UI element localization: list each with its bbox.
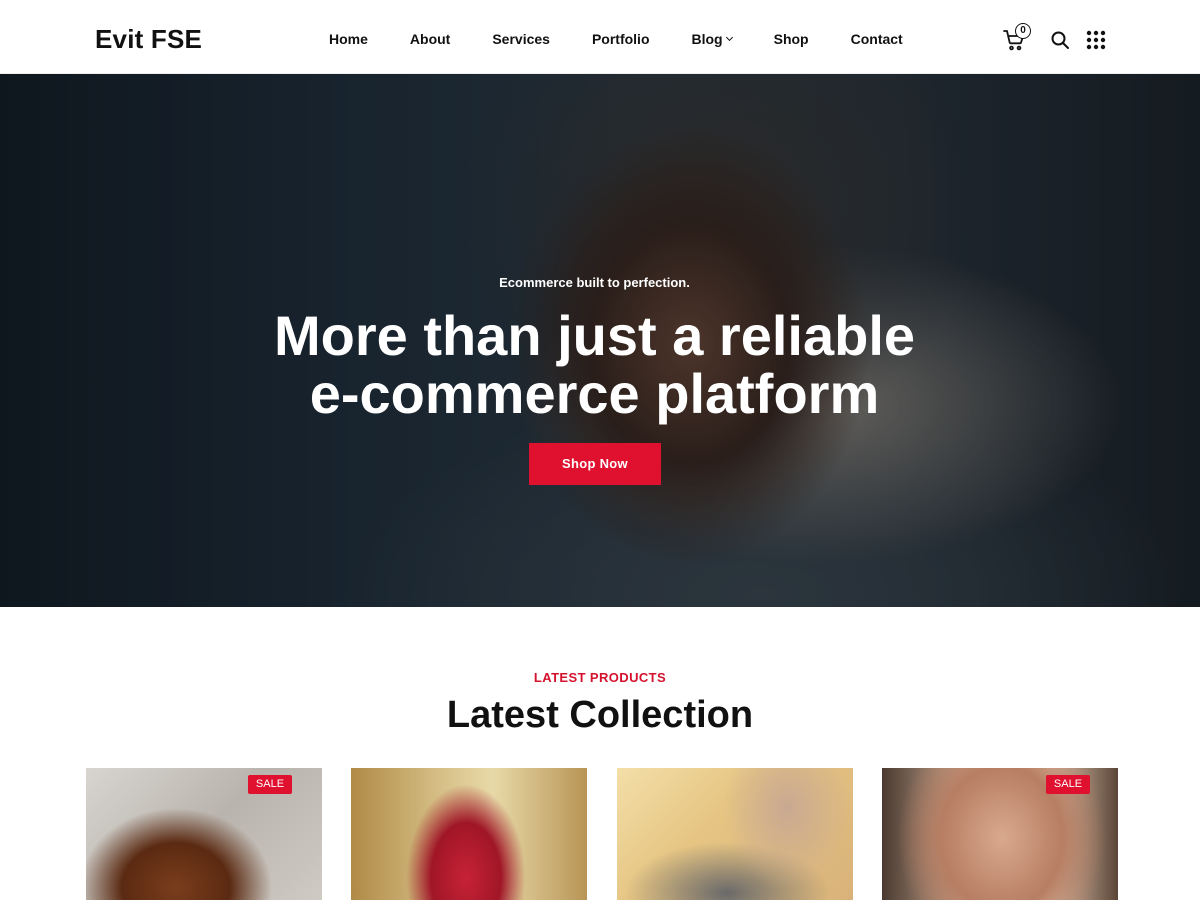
nav-item-shop[interactable]: Shop xyxy=(774,31,809,47)
site-logo[interactable]: Evit FSE xyxy=(95,24,202,55)
hero-title: More than just a reliable e-commerce pla… xyxy=(0,307,1189,423)
section-title: Latest Collection xyxy=(446,694,754,736)
search-icon xyxy=(1051,31,1069,49)
nav-item-about[interactable]: About xyxy=(410,31,450,47)
grid-menu-button[interactable] xyxy=(1086,30,1106,50)
hero-banner: Ecommerce built to perfection. More than… xyxy=(0,74,1200,607)
main-nav: Home About Services Portfolio Blog Shop … xyxy=(329,31,903,47)
sale-badge: SALE xyxy=(248,775,292,794)
nav-item-label: About xyxy=(409,31,451,47)
nav-item-portfolio[interactable]: Portfolio xyxy=(592,31,650,47)
cart-button[interactable]: 0 xyxy=(1002,23,1031,54)
nav-item-blog[interactable]: Blog xyxy=(691,31,733,47)
grid-menu-icon xyxy=(1086,30,1106,50)
cart-count-badge: 0 xyxy=(1015,23,1031,39)
search-button[interactable] xyxy=(1050,30,1070,50)
product-card-leather-bag[interactable]: SALE xyxy=(86,768,322,900)
section-label: LATEST PRODUCTS xyxy=(533,670,667,685)
nav-item-label: Blog xyxy=(691,31,723,47)
hero-title-line: More than just a reliable xyxy=(273,304,916,367)
nav-item-home[interactable]: Home xyxy=(329,31,368,47)
hero-title-line: e-commerce platform xyxy=(309,362,880,425)
nav-item-label: Portfolio xyxy=(591,31,650,47)
nav-item-label: Home xyxy=(329,31,368,47)
chevron-down-icon xyxy=(725,33,733,42)
product-card-woman-red-saree[interactable] xyxy=(351,768,587,900)
nav-item-label: Shop xyxy=(773,31,809,47)
shop-now-button[interactable]: Shop Now xyxy=(529,443,661,485)
nav-item-label: Services xyxy=(492,31,550,47)
site-header: Evit FSE Home About Services Portfolio B… xyxy=(0,0,1200,74)
sale-badge: SALE xyxy=(1046,775,1090,794)
header-actions: 0 xyxy=(1002,22,1112,56)
hero-tagline: Ecommerce built to perfection. xyxy=(499,275,690,290)
product-card-woman-jeans[interactable] xyxy=(617,768,853,900)
product-grid: SALE SALE xyxy=(86,768,1118,900)
nav-item-services[interactable]: Services xyxy=(492,31,550,47)
nav-item-label: Contact xyxy=(850,31,903,47)
product-card-necklace[interactable]: SALE xyxy=(882,768,1118,900)
nav-item-contact[interactable]: Contact xyxy=(851,31,903,47)
